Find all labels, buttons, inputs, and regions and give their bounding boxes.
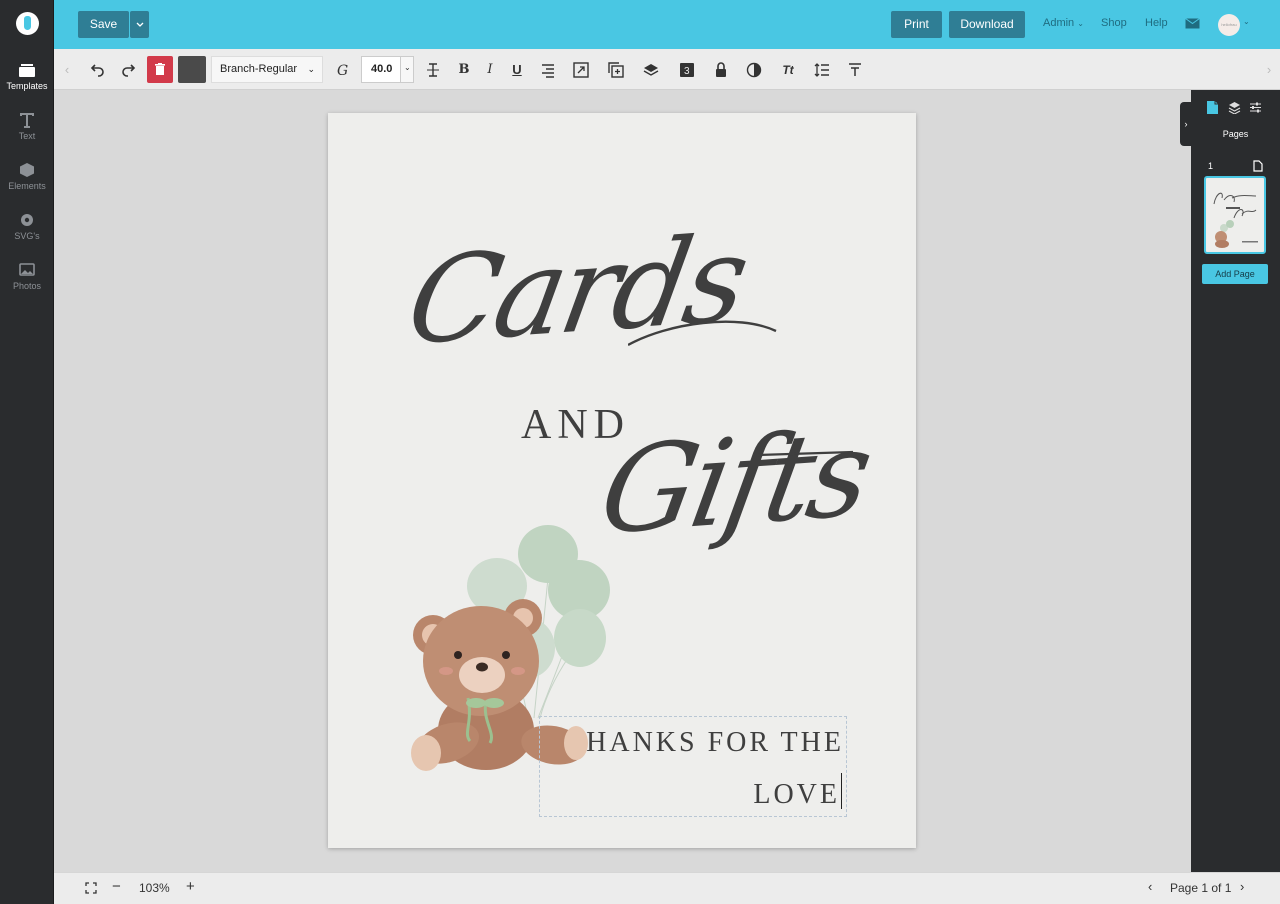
arrange-icon[interactable]: 3 [678, 61, 696, 79]
page-number-label: 1 [1208, 161, 1214, 171]
left-sidebar: Templates Text Elements SVG's Photos [0, 0, 54, 904]
panel-collapse-tab[interactable]: › [1180, 102, 1192, 146]
sidebar-item-label: Text [18, 131, 36, 141]
cards-swash [628, 320, 777, 347]
font-style-icon[interactable]: G [334, 61, 352, 79]
sidebar-item-label: Photos [12, 281, 42, 291]
top-header [54, 0, 1280, 49]
save-button[interactable]: Save [78, 11, 129, 38]
layers-tab-icon[interactable] [1228, 101, 1241, 114]
sidebar-item-photos[interactable]: Photos [0, 262, 54, 306]
sidebar-item-svgs[interactable]: SVG's [0, 212, 54, 256]
shop-link[interactable]: Shop [1101, 17, 1127, 29]
thanks-text-line2[interactable]: LOVE [753, 773, 842, 811]
gifts-swash [758, 450, 854, 457]
text-color-swatch[interactable] [178, 56, 206, 83]
resize-icon[interactable] [572, 61, 590, 79]
page-indicator: Page 1 of 1 [1170, 881, 1232, 895]
print-button[interactable]: Print [891, 11, 942, 38]
chevron-right-icon: › [1184, 119, 1188, 129]
delete-button[interactable] [147, 56, 173, 83]
settings-tab-icon[interactable] [1249, 101, 1262, 114]
templates-icon [19, 64, 35, 77]
opacity-icon[interactable] [745, 61, 763, 79]
font-family-select[interactable]: Branch-Regular ⌄ [211, 56, 323, 83]
line-height-icon[interactable] [813, 61, 831, 79]
trash-icon [155, 63, 165, 75]
zoom-out-button[interactable]: − [112, 878, 121, 895]
sidebar-item-label: Elements [8, 181, 46, 191]
sidebar-item-text[interactable]: Text [0, 112, 54, 156]
chevron-down-icon: ⌄ [1077, 19, 1084, 28]
underline-button[interactable]: U [508, 61, 526, 79]
selected-text-box[interactable]: HANKS FOR THE LOVE [539, 716, 847, 817]
page-thumbnail[interactable] [1204, 176, 1266, 254]
add-page-button[interactable]: Add Page [1202, 264, 1268, 284]
next-page-icon[interactable]: › [1240, 879, 1244, 894]
duplicate-icon[interactable] [607, 61, 625, 79]
photos-icon [19, 263, 35, 276]
help-link[interactable]: Help [1145, 17, 1168, 29]
font-size-dropdown[interactable]: ⌄ [401, 56, 414, 83]
avatar[interactable]: hellofrau [1218, 14, 1240, 36]
scroll-right-icon[interactable]: › [1260, 61, 1278, 79]
text-transform-button[interactable]: Tt [779, 61, 797, 79]
italic-button[interactable]: I [481, 61, 499, 79]
text-caret [841, 773, 842, 809]
previous-page-icon[interactable]: ‹ [1148, 879, 1152, 894]
sidebar-item-label: Templates [6, 81, 48, 91]
align-right-icon[interactable] [539, 61, 557, 79]
undo-icon[interactable] [88, 61, 106, 79]
chevron-down-icon: ⌄ [404, 63, 411, 72]
lock-icon[interactable] [712, 61, 730, 79]
sidebar-item-elements[interactable]: Elements [0, 162, 54, 206]
zoom-in-button[interactable]: + [186, 878, 195, 895]
svg-text:3: 3 [684, 66, 690, 77]
app-logo[interactable] [16, 12, 39, 35]
zoom-level: 103% [139, 881, 170, 895]
save-options-button[interactable] [130, 11, 149, 38]
admin-label: Admin [1043, 17, 1075, 29]
redo-icon[interactable] [120, 61, 138, 79]
bottom-bar [54, 872, 1280, 904]
chevron-down-icon: ⌄ [307, 64, 315, 74]
sidebar-item-label: SVG's [14, 231, 40, 241]
admin-menu[interactable]: Admin ⌄ [1043, 17, 1084, 29]
text-icon [20, 113, 34, 128]
pages-tab-icon[interactable] [1206, 100, 1219, 115]
svg-text:G: G [337, 63, 348, 79]
download-button[interactable]: Download [949, 11, 1025, 38]
chevron-down-icon[interactable]: ⌄ [1243, 17, 1250, 26]
mail-icon[interactable] [1185, 18, 1200, 29]
thumbnail-preview [1213, 192, 1258, 248]
thanks-text-line1[interactable]: HANKS FOR THE [586, 727, 844, 759]
page-options-icon[interactable] [1253, 160, 1263, 172]
text-baseline-icon[interactable] [846, 61, 864, 79]
bold-button[interactable]: B [455, 61, 473, 79]
elements-icon [20, 163, 34, 177]
layers-icon[interactable] [642, 61, 660, 79]
fullscreen-icon[interactable] [85, 882, 97, 894]
design-page[interactable]: Cards AND Gifts HANKS FOR THE LOVE [328, 113, 916, 848]
sidebar-item-templates[interactable]: Templates [0, 62, 54, 106]
font-name: Branch-Regular [220, 63, 298, 75]
chevron-down-icon [136, 22, 143, 27]
pages-panel-title: Pages [1222, 129, 1249, 139]
scroll-left-icon[interactable]: ‹ [58, 61, 76, 79]
svg-icon [21, 214, 33, 226]
love-text: LOVE [753, 779, 840, 810]
gifts-script-text[interactable]: Gifts [591, 403, 879, 561]
letter-spacing-icon[interactable] [424, 61, 442, 79]
font-size-input[interactable]: 40.0 [361, 56, 401, 83]
